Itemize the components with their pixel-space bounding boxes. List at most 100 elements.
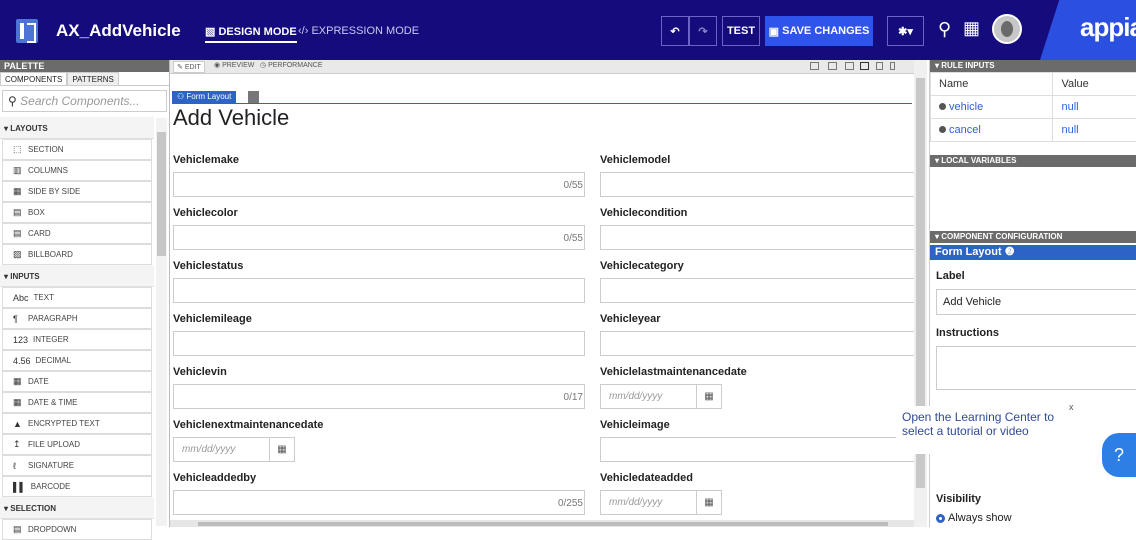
text-field[interactable] xyxy=(600,278,918,303)
form-layout-menu-button[interactable] xyxy=(248,91,259,103)
palette-item[interactable]: ↥FILE UPLOAD xyxy=(2,434,152,455)
component-icon: ▨ xyxy=(13,249,23,260)
canvas-horizontal-scrollbar[interactable] xyxy=(170,520,914,527)
component-icon: Abc xyxy=(13,293,29,303)
palette-item[interactable]: ▤BOX xyxy=(2,202,152,223)
palette-item[interactable]: AbcTEXT xyxy=(2,287,152,308)
form-layout-badge[interactable]: ⚇ Form Layout xyxy=(172,91,236,103)
palette-tabs: COMPONENTS PATTERNS xyxy=(0,72,169,86)
app-launcher-grid-icon[interactable]: ▦ xyxy=(963,18,980,39)
field-label: Vehiclevin xyxy=(173,366,227,378)
canvas-scrollbar[interactable] xyxy=(914,60,927,527)
date-field[interactable]: mm/dd/yyyy▦ xyxy=(600,490,722,515)
component-icon: ▥ xyxy=(13,165,23,176)
tab-components[interactable]: COMPONENTS xyxy=(0,72,67,85)
radio-selected-icon xyxy=(936,514,945,523)
text-field[interactable] xyxy=(600,331,918,356)
palette-item[interactable]: 4.56DECIMAL xyxy=(2,350,152,371)
save-changes-button[interactable]: ▣ SAVE CHANGES xyxy=(765,16,873,46)
text-field[interactable] xyxy=(173,490,585,515)
rule-inputs-header[interactable]: ▾ RULE INPUTS xyxy=(930,60,1136,72)
undo-button[interactable]: ↶ xyxy=(661,16,689,46)
design-mode-tab[interactable]: ▧ DESIGN MODE xyxy=(205,25,297,43)
calendar-icon[interactable]: ▦ xyxy=(697,497,721,508)
text-field[interactable] xyxy=(600,437,918,462)
expression-mode-tab[interactable]: ‹/› EXPRESSION MODE xyxy=(298,25,419,37)
desktop-icon[interactable] xyxy=(845,62,854,70)
palette-item[interactable]: ▦DATE xyxy=(2,371,152,392)
component-configuration-header[interactable]: ▾ COMPONENT CONFIGURATION xyxy=(930,231,1136,243)
component-search-input[interactable]: ⚲ Search Components... xyxy=(2,90,167,112)
character-count: 0/17 xyxy=(564,392,583,403)
date-placeholder: mm/dd/yyyy xyxy=(601,385,697,408)
text-field[interactable] xyxy=(173,384,585,409)
visibility-option[interactable]: Always show xyxy=(936,512,1012,524)
character-count: 0/255 xyxy=(558,498,583,509)
config-component-title: Form Layout ❷ xyxy=(930,245,1136,260)
table-row[interactable]: cancelnull xyxy=(931,119,1136,142)
view-mode-bar: ✎ EDIT ◉ PREVIEW ◷ PERFORMANCE xyxy=(170,60,927,74)
palette-item[interactable]: ℓSIGNATURE xyxy=(2,455,152,476)
user-avatar[interactable] xyxy=(992,14,1022,44)
component-icon: ▤ xyxy=(13,524,23,535)
instructions-heading: Instructions xyxy=(936,327,999,339)
tab-patterns[interactable]: PATTERNS xyxy=(67,72,118,85)
palette-item[interactable]: ▦SIDE BY SIDE xyxy=(2,181,152,202)
help-button[interactable]: ? xyxy=(1102,433,1136,477)
local-variables-header[interactable]: ▾ LOCAL VARIABLES xyxy=(930,155,1136,167)
close-icon[interactable]: x xyxy=(1069,402,1074,412)
text-field[interactable] xyxy=(173,225,585,250)
monitor-icon[interactable]: ⚲ xyxy=(938,19,951,40)
tablet-icon[interactable] xyxy=(876,62,883,70)
table-row[interactable]: vehiclenull xyxy=(931,96,1136,119)
palette-item[interactable]: ▌▌BARCODE xyxy=(2,476,152,497)
palette-item[interactable]: ▲ ENCRYPTED TEXT xyxy=(2,413,152,434)
palette-item[interactable]: ⬚SECTION xyxy=(2,139,152,160)
tab-performance[interactable]: ◷ PERFORMANCE xyxy=(260,61,323,69)
phone-icon[interactable] xyxy=(890,62,895,70)
text-field[interactable] xyxy=(173,278,585,303)
palette-item[interactable]: ▥COLUMNS xyxy=(2,160,152,181)
tab-edit[interactable]: ✎ EDIT xyxy=(173,61,205,73)
palette-item[interactable]: ▤CARD xyxy=(2,223,152,244)
palette-section-selection[interactable]: ▾ SELECTION xyxy=(0,497,154,519)
palette-scrollbar[interactable] xyxy=(156,118,167,526)
calendar-icon[interactable]: ▦ xyxy=(270,444,294,455)
hierarchy-icon: ⚇ xyxy=(177,92,184,101)
component-icon: 123 xyxy=(13,335,28,345)
test-button[interactable]: TEST xyxy=(722,16,760,46)
label-input[interactable]: Add Vehicle xyxy=(936,289,1136,315)
palette-section-inputs[interactable]: ▾ INPUTS xyxy=(0,265,154,287)
palette-item-label: PARAGRAPH xyxy=(28,314,78,323)
laptop-icon[interactable] xyxy=(860,62,869,70)
palette-item-label: ENCRYPTED TEXT xyxy=(28,419,100,428)
palette-item[interactable]: ▦DATE & TIME xyxy=(2,392,152,413)
interface-title: AX_AddVehicle xyxy=(56,21,181,41)
palette-item[interactable]: ¶PARAGRAPH xyxy=(2,308,152,329)
rule-inputs-table: NameValue vehiclenull cancelnull xyxy=(930,72,1136,142)
help-circle-icon[interactable]: ❷ xyxy=(1005,246,1015,258)
column-header-name: Name xyxy=(931,73,1053,96)
palette-item[interactable]: ▨BILLBOARD xyxy=(2,244,152,265)
settings-menu-button[interactable]: ✱▾ xyxy=(887,16,924,46)
component-palette: PALETTE COMPONENTS PATTERNS ⚲ Search Com… xyxy=(0,60,170,527)
component-icon: ▲ xyxy=(13,419,23,429)
desktop-wide-icon[interactable] xyxy=(828,62,837,70)
text-field[interactable] xyxy=(600,225,918,250)
palette-section-layouts[interactable]: ▾ LAYOUTS xyxy=(0,117,154,139)
text-field[interactable] xyxy=(173,331,585,356)
text-field[interactable] xyxy=(600,172,918,197)
component-icon: ▦ xyxy=(13,186,23,197)
palette-item[interactable]: 123INTEGER xyxy=(2,329,152,350)
instructions-textarea[interactable] xyxy=(936,346,1136,390)
text-field[interactable] xyxy=(173,172,585,197)
calendar-icon[interactable]: ▦ xyxy=(697,391,721,402)
tab-preview[interactable]: ◉ PREVIEW xyxy=(214,61,254,69)
field-label: Vehicleimage xyxy=(600,419,670,431)
date-field[interactable]: mm/dd/yyyy▦ xyxy=(173,437,295,462)
date-field[interactable]: mm/dd/yyyy▦ xyxy=(600,384,722,409)
fit-width-icon[interactable] xyxy=(810,62,819,70)
redo-button[interactable]: ↷ xyxy=(689,16,717,46)
palette-item[interactable]: ▤DROPDOWN xyxy=(2,519,152,540)
component-icon: ▦ xyxy=(13,397,23,408)
